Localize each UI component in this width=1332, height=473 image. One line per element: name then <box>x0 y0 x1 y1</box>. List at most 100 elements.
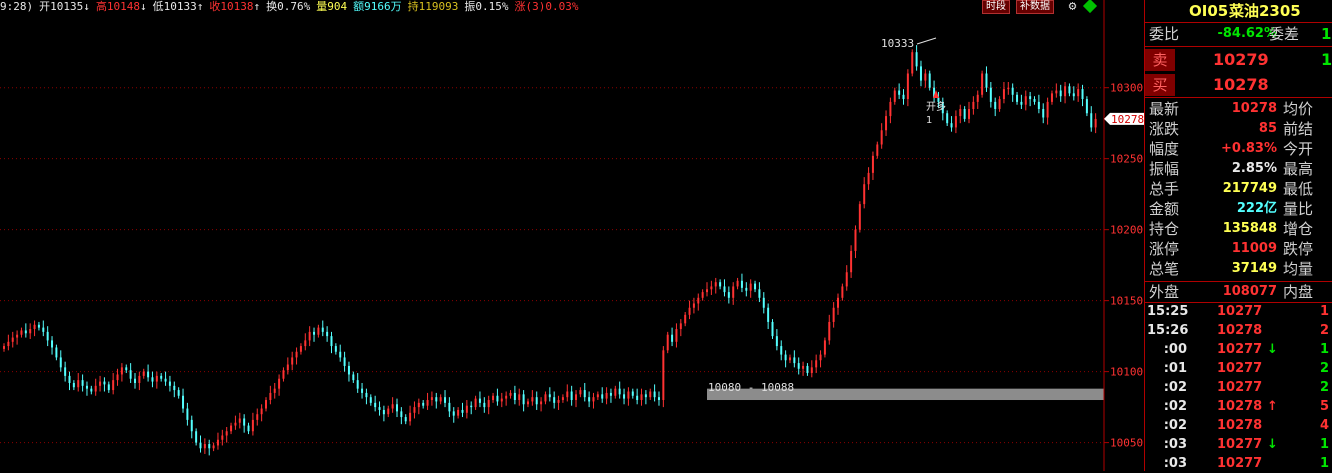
candle-body <box>199 442 202 449</box>
candle-body <box>417 402 420 408</box>
candle-body <box>452 411 455 416</box>
candle-body <box>697 297 700 304</box>
stat-label-right: 均量 <box>1283 260 1314 278</box>
tick-row[interactable]: 15:25 10277 1 <box>1145 302 1332 321</box>
candle-body <box>317 327 320 335</box>
stat-label-right: 前结 <box>1283 120 1314 138</box>
tick-row[interactable]: :00 10277 ↓ 1 <box>1145 340 1332 359</box>
tick-row[interactable]: :03 10277 ↓ 1 <box>1145 435 1332 454</box>
candle-body <box>998 99 1001 109</box>
candle-body <box>898 90 901 95</box>
stat-label: 幅度 <box>1149 140 1180 158</box>
tick-qty: 1 <box>1319 456 1329 471</box>
candle-body <box>33 324 36 330</box>
candle-body <box>994 101 997 109</box>
candle-body <box>243 418 246 426</box>
tick-row[interactable]: :02 10277 2 <box>1145 378 1332 397</box>
inner-label: 内盘 <box>1283 283 1314 301</box>
tick-row[interactable]: :03 10277 1 <box>1145 454 1332 473</box>
candle-body <box>304 340 307 347</box>
candle-body <box>142 371 145 376</box>
candle-body <box>828 321 831 341</box>
candle-body <box>1046 101 1049 118</box>
candle-body <box>299 346 302 352</box>
tick-arrow: ↓ <box>1267 342 1278 357</box>
candle-body <box>20 330 23 335</box>
candle-body <box>151 377 154 382</box>
candle-body <box>928 73 931 88</box>
stat-row: 总笔 37149 均量 <box>1145 259 1332 279</box>
stat-row: 最新 10278 均价 <box>1145 99 1332 119</box>
candle-body <box>112 380 115 391</box>
stat-value: 2.85% <box>1231 161 1277 176</box>
tick-time: :03 <box>1163 437 1187 452</box>
candle-body <box>264 400 267 409</box>
candle-body <box>841 286 844 298</box>
candle-body <box>727 292 730 298</box>
price-tick-label: 10150 <box>1110 295 1143 308</box>
candle-body <box>173 385 176 391</box>
candle-body <box>815 360 818 368</box>
tick-time: 15:25 <box>1147 304 1189 319</box>
tick-time: :02 <box>1163 380 1187 395</box>
candle-body <box>513 392 516 401</box>
candle-body <box>448 402 451 412</box>
stat-label-right: 最高 <box>1283 160 1314 178</box>
outer-label: 外盘 <box>1149 283 1180 301</box>
stat-value: +0.83% <box>1221 141 1277 156</box>
candle-body <box>919 66 922 81</box>
candle-body <box>1037 101 1040 109</box>
candle-body <box>68 375 71 383</box>
candle-body <box>618 388 621 395</box>
candle-body <box>535 397 538 405</box>
candle-body <box>679 323 682 330</box>
tick-qty: 4 <box>1319 418 1329 433</box>
candle-body <box>893 90 896 102</box>
candle-body <box>470 405 473 408</box>
tick-qty: 5 <box>1319 399 1329 414</box>
candle-body <box>182 395 185 409</box>
tick-price: 10278 <box>1217 323 1263 338</box>
candle-body <box>832 307 835 322</box>
candle-body <box>251 419 254 432</box>
candle-body <box>950 123 953 128</box>
tick-row[interactable]: :02 10278 ↑ 5 <box>1145 397 1332 416</box>
tick-row[interactable]: :01 10277 2 <box>1145 359 1332 378</box>
tick-price: 10277 <box>1217 304 1263 319</box>
candle-body <box>365 392 368 398</box>
candlestick-chart[interactable]: 10333 10080 - 10088 开多 1 10050 10100 10150 102… <box>0 0 1144 471</box>
candle-body <box>631 391 634 396</box>
divider <box>1145 46 1332 47</box>
candle-body <box>719 282 722 287</box>
tick-row[interactable]: 15:26 10278 2 <box>1145 321 1332 340</box>
candle-body <box>195 431 198 443</box>
candle-body <box>732 286 735 298</box>
candle-body <box>46 331 49 341</box>
candle-body <box>282 370 285 379</box>
stat-label-right: 均价 <box>1283 100 1314 118</box>
tick-price: 10277 <box>1217 437 1263 452</box>
candle-body <box>3 346 5 349</box>
candle-body <box>29 329 32 334</box>
candle-body <box>671 334 674 342</box>
candle-body <box>129 370 132 379</box>
tick-qty: 2 <box>1319 323 1329 338</box>
candle-body <box>125 367 128 371</box>
candle-body <box>77 380 80 388</box>
candle-body <box>740 280 743 288</box>
candle-body <box>422 402 425 406</box>
candle-body <box>540 401 543 405</box>
candle-body <box>837 297 840 308</box>
divider <box>1145 97 1332 98</box>
tick-row[interactable]: :02 10278 4 <box>1145 416 1332 435</box>
candle-body <box>548 394 551 398</box>
panel-title: OI05 菜油2305 <box>1145 0 1332 22</box>
candle-body <box>99 381 102 386</box>
candle-body <box>561 397 564 401</box>
price-tick-label: 10050 <box>1110 437 1143 450</box>
candle-body <box>1085 99 1088 114</box>
candle-body <box>762 297 765 308</box>
candle-body <box>784 354 787 361</box>
candle-body <box>225 431 228 436</box>
candle-body <box>85 385 88 389</box>
